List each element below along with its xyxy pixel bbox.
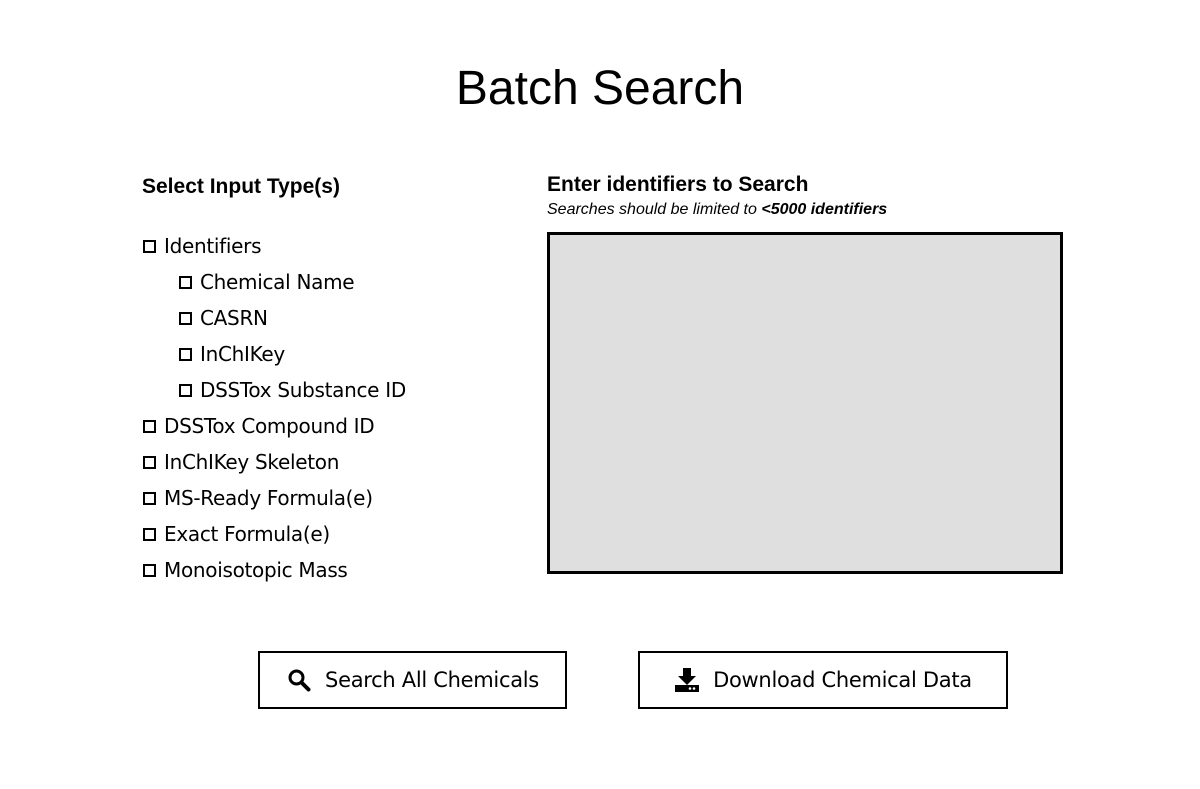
option-label: DSSTox Substance ID [200, 378, 406, 402]
search-heading: Enter identifiers to Search [547, 173, 809, 196]
dsstox-compound-id-checkbox[interactable] [143, 419, 156, 433]
option-exact-formula[interactable]: Exact Formula(e) [143, 516, 406, 552]
option-ms-ready-formula[interactable]: MS-Ready Formula(e) [143, 480, 406, 516]
input-type-options: Identifiers Chemical Name CASRN InChIKey… [143, 228, 406, 588]
search-all-chemicals-label: Search All Chemicals [325, 668, 539, 692]
download-chemical-data-button[interactable]: Download Chemical Data [638, 651, 1008, 709]
option-label: DSSTox Compound ID [164, 414, 375, 438]
option-label: Exact Formula(e) [164, 522, 330, 546]
option-identifiers[interactable]: Identifiers [143, 228, 406, 264]
option-monoisotopic-mass[interactable]: Monoisotopic Mass [143, 552, 406, 588]
option-inchikey[interactable]: InChIKey [143, 336, 406, 372]
download-icon [674, 667, 700, 693]
search-all-chemicals-button[interactable]: Search All Chemicals [258, 651, 567, 709]
option-chemical-name[interactable]: Chemical Name [143, 264, 406, 300]
identifiers-checkbox[interactable] [143, 239, 156, 253]
page-title: Batch Search [455, 62, 745, 115]
option-label: CASRN [200, 306, 268, 330]
search-icon [286, 667, 312, 693]
option-label: MS-Ready Formula(e) [164, 486, 373, 510]
option-label: InChIKey Skeleton [164, 450, 340, 474]
option-inchikey-skeleton[interactable]: InChIKey Skeleton [143, 444, 406, 480]
ms-ready-formula-checkbox[interactable] [143, 491, 156, 505]
option-casrn[interactable]: CASRN [143, 300, 406, 336]
exact-formula-checkbox[interactable] [143, 527, 156, 541]
dsstox-substance-id-checkbox[interactable] [179, 383, 192, 397]
identifiers-input[interactable] [547, 232, 1063, 574]
option-label: Identifiers [164, 234, 262, 258]
inchikey-checkbox[interactable] [179, 347, 192, 361]
casrn-checkbox[interactable] [179, 311, 192, 325]
search-limit-note: Searches should be limited to <5000 iden… [547, 200, 887, 220]
search-limit-note-text: Searches should be limited to [547, 201, 762, 218]
chemical-name-checkbox[interactable] [179, 275, 192, 289]
monoisotopic-mass-checkbox[interactable] [143, 563, 156, 577]
input-types-heading: Select Input Type(s) [142, 175, 340, 198]
option-dsstox-substance-id[interactable]: DSSTox Substance ID [143, 372, 406, 408]
option-label: Chemical Name [200, 270, 355, 294]
download-chemical-data-label: Download Chemical Data [713, 668, 972, 692]
option-label: Monoisotopic Mass [164, 558, 348, 582]
option-dsstox-compound-id[interactable]: DSSTox Compound ID [143, 408, 406, 444]
inchikey-skeleton-checkbox[interactable] [143, 455, 156, 469]
option-label: InChIKey [200, 342, 285, 366]
search-limit-value: <5000 identifiers [761, 201, 888, 218]
